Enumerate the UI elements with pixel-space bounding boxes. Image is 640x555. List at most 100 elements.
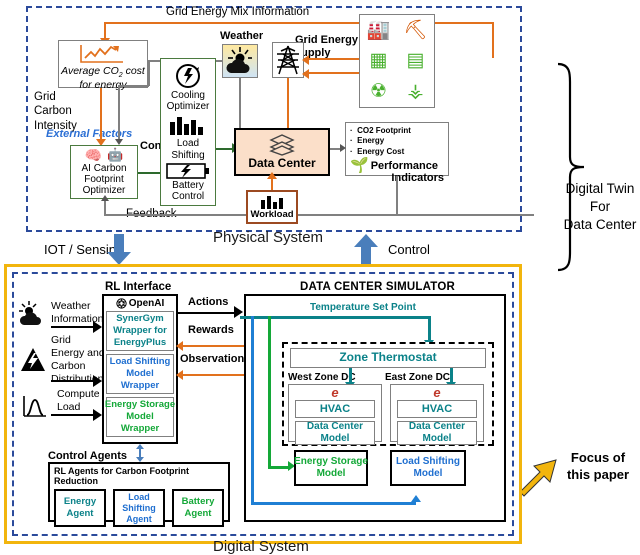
dc-to-kpi-arrow — [340, 144, 346, 152]
cooling-optimizer-label: Cooling Optimizer — [166, 90, 210, 113]
focus-line-1: this paper — [566, 466, 630, 482]
temperature-set-point-label: Temperature Set Point — [310, 302, 416, 313]
feedback-arrow — [101, 195, 109, 201]
load-shifting-wrapper-label: Load Shifting Model Wrapper — [109, 356, 171, 392]
grid-energy-mix-label: Grid Energy Mix Information — [166, 6, 310, 18]
shift-load-line-h — [251, 502, 416, 505]
workload-box: Workload — [246, 190, 298, 224]
robot-icon: 🤖 — [107, 146, 124, 162]
workload-label: Workload — [250, 208, 294, 220]
optimizer-icons: 🧠 🤖 — [85, 148, 124, 162]
energy-agent-label: Energy Agent — [63, 496, 97, 520]
compute-load-icon — [23, 396, 46, 417]
kpi-title-row: 🌱 Performance — [350, 158, 444, 173]
rl-interface-box: OpenAI SynerGym Wrapper for EnergyPlus L… — [102, 294, 178, 444]
east-dc-model-label: Data Center Model — [408, 421, 466, 444]
data-center-stack-icon — [269, 134, 295, 156]
grid-mix-line-h — [104, 22, 494, 24]
digital-twin-line-2: Data Center — [563, 217, 637, 233]
co2-to-optimizer-line — [100, 88, 102, 142]
zone-thermostat-label: Zone Thermostat — [339, 350, 437, 365]
supply-line-top — [304, 58, 362, 60]
energy-sources-grid: 🏭 ⛏ ▦ ▤ ☢ ⚶ — [360, 15, 434, 107]
data-center-label: Data Center — [248, 155, 316, 170]
zone-thermostat-box: Zone Thermostat — [290, 348, 486, 368]
avg-co2-cost-line1: Average CO2 cost — [61, 65, 145, 80]
energy-storage-model-box: Energy Storage Model — [294, 450, 368, 486]
grid-energy-input-arrow — [93, 375, 102, 387]
load-shifting-bars-icon — [170, 117, 203, 136]
synergym-wrapper-box: SynerGym Wrapper for EnergyPlus — [106, 311, 174, 352]
charge-line-h — [268, 466, 290, 469]
digital-twin-label: Digital Twin For Data Center — [560, 180, 640, 235]
agents-row: Energy Agent Load Shifting Agent Battery… — [54, 489, 224, 528]
ai-carbon-footprint-optimizer-box: 🧠 🤖 AI Carbon Footprint Optimizer — [70, 145, 138, 199]
west-dc-model-label: Data Center Model — [306, 421, 364, 444]
grid-mix-right-v — [492, 22, 494, 58]
coal-plant-icon: 🏭 — [366, 20, 391, 42]
east-hvac-box: HVAC — [397, 400, 477, 418]
simulator-title: DATA CENTER SIMULATOR — [300, 281, 455, 293]
solar-panel-icon: ▦ — [369, 50, 388, 72]
weather-input-arrow — [93, 321, 102, 333]
east-zone-label: East Zone DC — [385, 372, 451, 383]
bidirectional-arrow-icon — [136, 444, 144, 462]
rewards-arrow — [176, 341, 183, 351]
energyplus-icon: e — [331, 385, 339, 400]
kpi-bullet-2: · Energy Cost — [350, 146, 405, 156]
cooling-optimizer-icon — [176, 64, 200, 88]
load-shifting-agent-box: Load Shifting Agent — [113, 489, 165, 528]
supply-arrow-bottom — [302, 69, 309, 79]
kpi-title-line1: Performance — [370, 159, 438, 172]
weather-route-v1 — [148, 60, 150, 86]
workload-to-dc-arrow — [267, 172, 277, 179]
observations-label: Observations — [180, 353, 251, 365]
battery-control-label: Battery Control — [171, 179, 205, 202]
transmission-tower-icon — [277, 45, 299, 75]
charge-line-v — [268, 316, 271, 468]
feedback-line-v — [104, 200, 106, 215]
hydro-dam-icon: ▤ — [406, 50, 425, 72]
tsp-line-v — [428, 316, 431, 342]
iot-down-arrow — [107, 234, 131, 265]
supply-line-bottom — [304, 72, 362, 74]
rewards-label: Rewards — [188, 324, 234, 336]
energy-agent-box: Energy Agent — [54, 489, 106, 528]
battery-agent-label: Battery Agent — [181, 496, 215, 520]
nuclear-icon: ☢ — [369, 81, 388, 103]
kpi-to-feedback-line — [396, 176, 398, 215]
grid-energy-input-line — [51, 380, 95, 382]
openai-logo-icon — [116, 298, 127, 309]
weather-icon — [19, 301, 41, 325]
observations-arrow — [176, 370, 183, 380]
co2-trend-chart-icon — [80, 45, 123, 63]
weather-to-dc-line — [239, 78, 241, 134]
kpi-bullet-0: · CO2 Footprint — [350, 126, 411, 135]
west-hvac-box: HVAC — [295, 400, 375, 418]
oil-pump-icon: ⛏ — [403, 20, 428, 42]
ai-optimizer-label: AI Carbon Footprint Optimizer — [81, 162, 127, 197]
focus-of-paper-label: Focus of this paper — [556, 450, 640, 484]
rl-agents-box: RL Agents for Carbon Footprint Reduction… — [48, 462, 230, 528]
grid-carbon-intensity-label: Grid Carbon Intensity — [34, 91, 77, 132]
energy-storage-model-label: Energy Storage Model — [294, 455, 368, 480]
weather-label: Weather — [220, 30, 264, 42]
energy-bolt-icon — [21, 348, 45, 371]
pylon-icon-box — [272, 42, 304, 78]
feedback-line-h — [104, 214, 534, 216]
control-up-arrow — [354, 234, 378, 265]
weather-route-h2 — [118, 85, 149, 87]
load-shifting-wrapper-box: Load Shifting Model Wrapper — [106, 354, 174, 395]
digital-system-label: Digital System — [213, 538, 309, 555]
weather-sun-cloud-icon — [226, 47, 252, 73]
control-label-bridge: Control — [388, 242, 430, 257]
openai-label: OpenAI — [128, 298, 165, 309]
wind-turbine-icon: ⚶ — [407, 81, 424, 103]
energy-storage-wrapper-box: Energy Storage Model Wrapper — [105, 397, 175, 438]
energy-sources-panel: 🏭 ⛏ ▦ ▤ ☢ ⚶ — [359, 14, 435, 108]
load-shifting-model-box: Load Shifting Model — [390, 450, 466, 486]
observations-line — [182, 374, 248, 376]
supply-arrow-top — [302, 55, 309, 65]
control-agents-label: Control Agents — [48, 450, 128, 462]
pylon-to-dc-line — [287, 78, 289, 130]
